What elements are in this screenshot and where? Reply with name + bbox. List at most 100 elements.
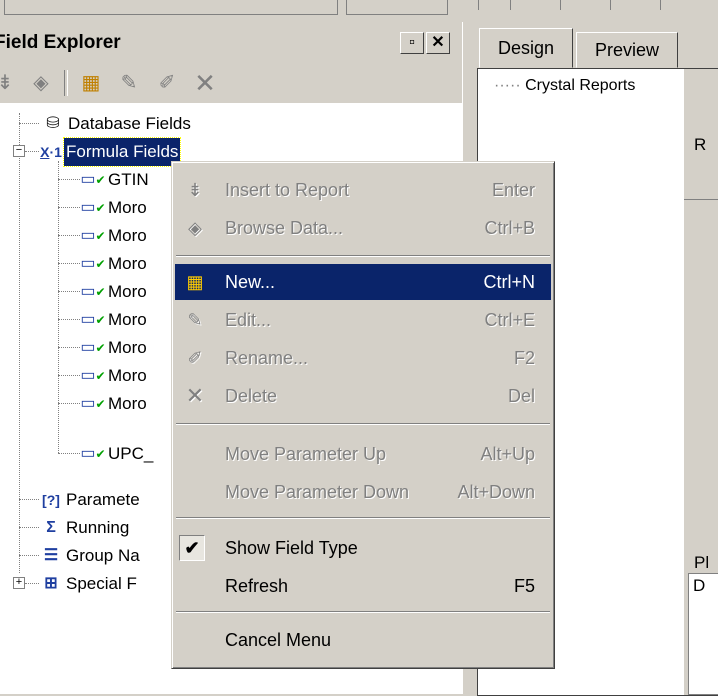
close-icon[interactable]: ✕ — [426, 32, 450, 54]
menu-separator — [176, 423, 550, 425]
rename-icon[interactable]: ✐ — [154, 70, 180, 96]
tree-node-formula[interactable]: ▭✔ Moro — [80, 305, 149, 333]
section-letter: Pl — [694, 553, 710, 572]
menu-item-refresh[interactable]: Refresh F5 — [175, 568, 551, 604]
menu-label: Edit... — [225, 310, 272, 330]
restore-icon[interactable]: ▫ — [400, 32, 424, 54]
menu-item-show-field-type[interactable]: ✔ Show Field Type — [175, 530, 551, 566]
tree-node-formula[interactable]: ▭✔ GTIN — [80, 165, 151, 193]
collapse-icon[interactable]: − — [13, 145, 25, 157]
section-ruler-strip: R Pl D — [684, 69, 718, 695]
menu-item-edit[interactable]: ✎ Edit... Ctrl+E — [175, 302, 551, 338]
top-divider — [510, 0, 511, 10]
tree-guide — [58, 403, 80, 404]
tree-guide — [58, 179, 80, 180]
menu-label: Move Parameter Up — [225, 444, 387, 464]
tree-node-label: Moro — [108, 197, 147, 217]
tree-node-database-fields[interactable]: ⛁ Database Fields — [40, 109, 193, 137]
top-combo-left[interactable] — [4, 0, 338, 15]
menu-separator — [176, 517, 550, 519]
tab-preview[interactable]: Preview — [576, 32, 679, 68]
tree-node-parameter-fields[interactable]: [?] Paramete — [38, 485, 142, 513]
tree-node-label: Moro — [108, 393, 147, 413]
menu-label: Show Field Type — [225, 538, 358, 558]
menu-shortcut: Ctrl+E — [484, 310, 535, 330]
section-tree-item[interactable]: ····· Crystal Reports — [494, 77, 635, 95]
tree-node-formula[interactable]: ▭✔ Moro — [80, 249, 149, 277]
tree-node-label: GTIN — [108, 169, 149, 189]
tree-guide — [19, 555, 39, 556]
tree-node-formula[interactable]: ▭✔ Moro — [80, 361, 149, 389]
menu-item-delete[interactable]: ✕ Delete Del — [175, 378, 551, 414]
tree-guide — [25, 151, 39, 152]
tree-guide — [58, 235, 80, 236]
browse-data-icon[interactable]: ◈ — [28, 70, 54, 96]
tree-node-running-totals[interactable]: Σ Running — [38, 513, 131, 541]
tree-node-formula-fields[interactable]: X·1 Formula Fields — [38, 136, 182, 167]
sigma-icon: Σ — [46, 518, 56, 536]
edit-icon[interactable]: ✎ — [116, 70, 142, 96]
menu-item-move-parameter-up[interactable]: Move Parameter Up Alt+Up — [175, 436, 551, 472]
rename-icon: ✐ — [187, 348, 203, 368]
menu-item-move-parameter-down[interactable]: Move Parameter Down Alt+Down — [175, 474, 551, 510]
section-divider — [684, 199, 718, 200]
menu-item-insert-to-report[interactable]: ⇟ Insert to Report Enter — [175, 172, 551, 208]
tree-guide — [58, 161, 59, 453]
menu-shortcut: Enter — [491, 180, 535, 200]
tree-node-formula[interactable]: ▭✔ Moro — [80, 193, 149, 221]
menu-item-new[interactable]: ▦ New... Ctrl+N — [175, 264, 551, 300]
tree-node-label: Moro — [108, 309, 147, 329]
tree-node-label: Moro — [108, 337, 147, 357]
top-combo-right[interactable] — [346, 0, 448, 15]
field-explorer-title: Field Explorer — [0, 32, 121, 53]
formula-field-icon: ▭✔ — [80, 338, 106, 356]
tree-node-label: Special F — [66, 573, 137, 593]
top-divider — [610, 0, 611, 10]
menu-shortcut: Alt+Up — [480, 444, 535, 464]
tree-node-formula[interactable]: ▭✔ Moro — [80, 277, 149, 305]
tree-guide — [19, 123, 39, 124]
section-box: D — [688, 573, 718, 695]
tree-node-group-name[interactable]: ☰ Group Na — [38, 541, 142, 569]
tree-node-label: Moro — [108, 225, 147, 245]
section-letter: D — [693, 576, 706, 595]
tree-node-formula[interactable]: ▭✔ Moro — [80, 389, 149, 417]
new-icon[interactable]: ▦ — [78, 70, 104, 96]
special-fields-icon: ⊞ — [44, 574, 58, 592]
tree-node-formula[interactable]: ▭✔ UPC_ — [80, 439, 155, 467]
tree-guide — [19, 499, 39, 500]
expand-icon[interactable]: + — [13, 577, 25, 589]
top-divider — [660, 0, 661, 10]
tree-guide — [58, 319, 80, 320]
formula-field-icon: ▭✔ — [80, 198, 106, 216]
tree-node-special-fields[interactable]: ⊞ Special F — [38, 569, 139, 597]
context-menu: ⇟ Insert to Report Enter ◈ Browse Data..… — [171, 161, 555, 669]
formula-icon: X·1 — [40, 143, 62, 160]
menu-separator — [176, 611, 550, 613]
menu-shortcut: F2 — [513, 348, 535, 368]
tree-node-label: Group Na — [66, 545, 140, 565]
toolbar-separator — [64, 70, 68, 96]
menu-item-rename[interactable]: ✐ Rename... F2 — [175, 340, 551, 376]
tree-guide — [19, 113, 20, 573]
tab-design[interactable]: Design — [479, 28, 574, 68]
tree-node-formula[interactable]: ▭✔ Moro — [80, 221, 149, 249]
parameter-icon: [?] — [42, 491, 60, 508]
top-toolbar-strip — [0, 0, 718, 22]
tree-node-formula[interactable]: ▭✔ Moro — [80, 333, 149, 361]
delete-icon[interactable]: ✕ — [192, 70, 218, 96]
menu-shortcut: Ctrl+N — [483, 272, 535, 292]
formula-field-icon: ▭✔ — [80, 226, 106, 244]
tree-guide — [58, 291, 80, 292]
menu-separator — [176, 255, 550, 257]
tree-node-label: Moro — [108, 253, 147, 273]
menu-label: Refresh — [225, 576, 289, 596]
database-icon: ⛁ — [46, 114, 60, 132]
tree-guide — [58, 347, 80, 348]
menu-item-browse-data[interactable]: ◈ Browse Data... Ctrl+B — [175, 210, 551, 246]
tree-guide — [58, 375, 80, 376]
menu-shortcut: Alt+Down — [457, 482, 535, 502]
insert-to-report-icon[interactable]: ⇟ — [0, 70, 18, 96]
tree-guide — [58, 453, 80, 454]
menu-item-cancel-menu[interactable]: Cancel Menu — [175, 622, 551, 658]
